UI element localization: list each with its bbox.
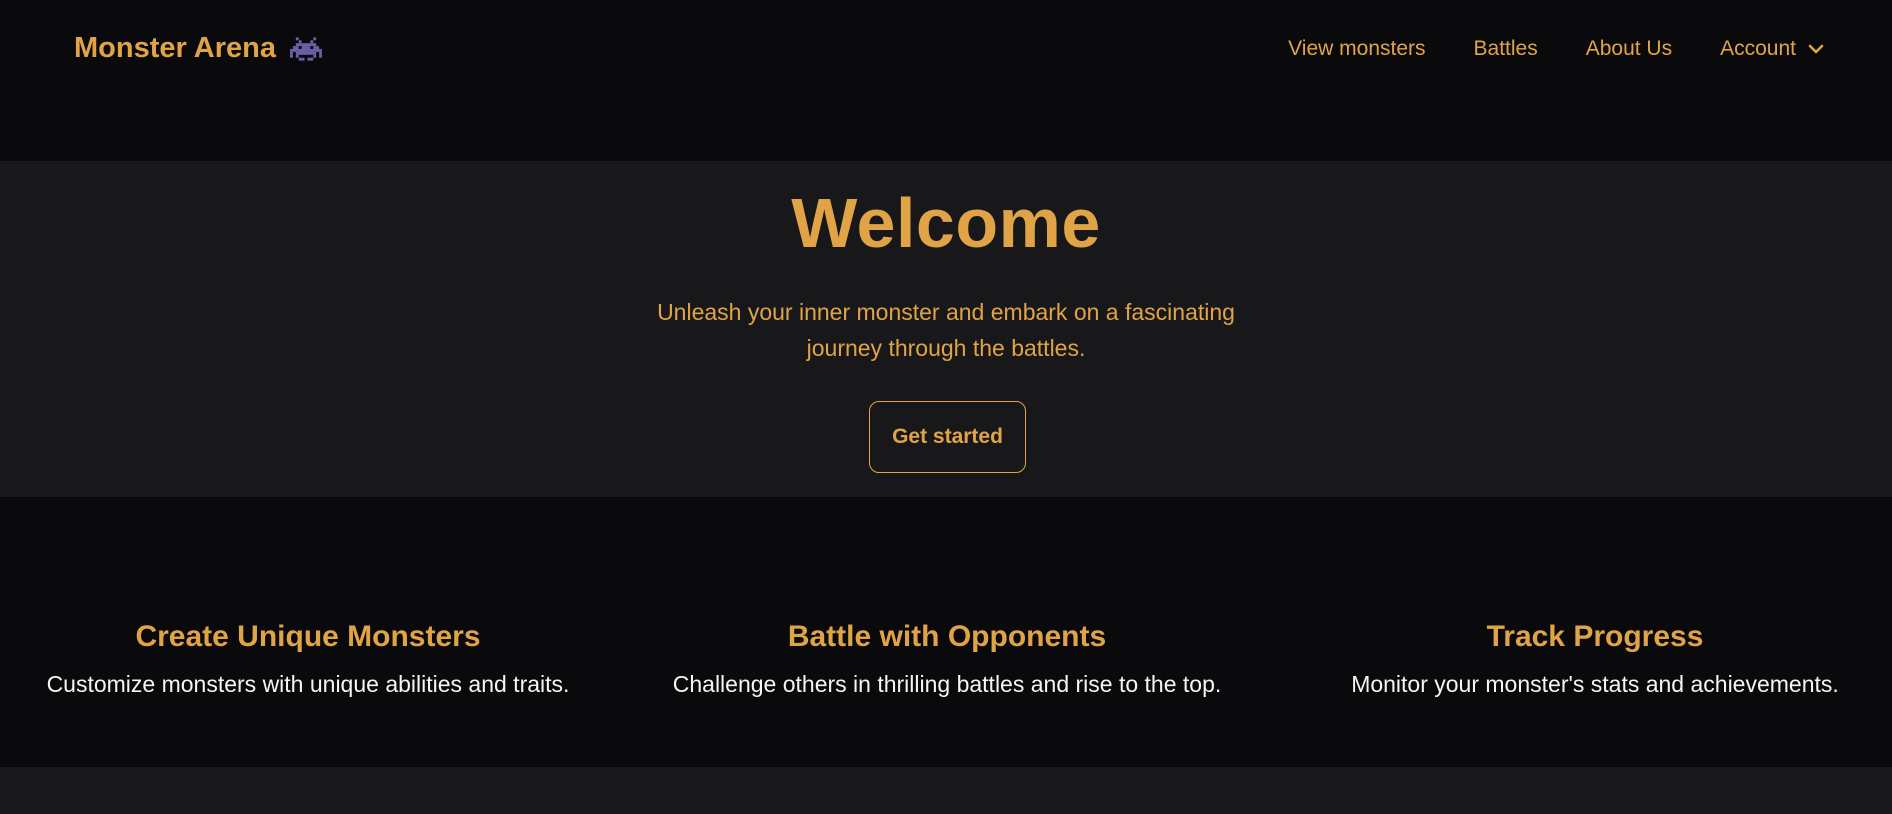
navbar: Monster Arena View monsters Battles Abou… [0, 0, 1892, 161]
nav-link-battles[interactable]: Battles [1474, 37, 1538, 61]
nav-link-view-monsters[interactable]: View monsters [1288, 37, 1425, 61]
brand-name: Monster Arena [74, 32, 276, 64]
account-label: Account [1720, 37, 1796, 60]
nav-link-account-dropdown[interactable]: Account [1720, 37, 1824, 61]
features-section: Create Unique Monsters Customize monster… [0, 497, 1892, 767]
hero-section: Welcome Unleash your inner monster and e… [0, 161, 1892, 497]
feature-card-battle-opponents: Battle with Opponents Challenge others i… [637, 617, 1257, 701]
hero-title: Welcome [791, 184, 1101, 262]
feature-title: Track Progress [1486, 620, 1704, 653]
feature-card-track-progress: Track Progress Monitor your monster's st… [1285, 617, 1892, 701]
nav-links: View monsters Battles About Us Account [1288, 37, 1824, 61]
feature-title: Create Unique Monsters [135, 620, 481, 653]
footer-band [0, 767, 1892, 814]
feature-title: Battle with Opponents [787, 620, 1107, 653]
chevron-down-icon [1808, 44, 1824, 54]
get-started-button[interactable]: Get started [869, 401, 1026, 473]
space-invader-icon [289, 35, 322, 63]
brand-logo[interactable]: Monster Arena [74, 32, 322, 65]
nav-link-about-us[interactable]: About Us [1586, 37, 1672, 61]
feature-card-create-monsters: Create Unique Monsters Customize monster… [0, 617, 618, 701]
hero-subtitle: Unleash your inner monster and embark on… [657, 299, 1235, 361]
feature-description: Challenge others in thrilling battles an… [672, 671, 1222, 697]
feature-description: Monitor your monster's stats and achieve… [1351, 671, 1839, 697]
feature-description: Customize monsters with unique abilities… [46, 671, 570, 697]
